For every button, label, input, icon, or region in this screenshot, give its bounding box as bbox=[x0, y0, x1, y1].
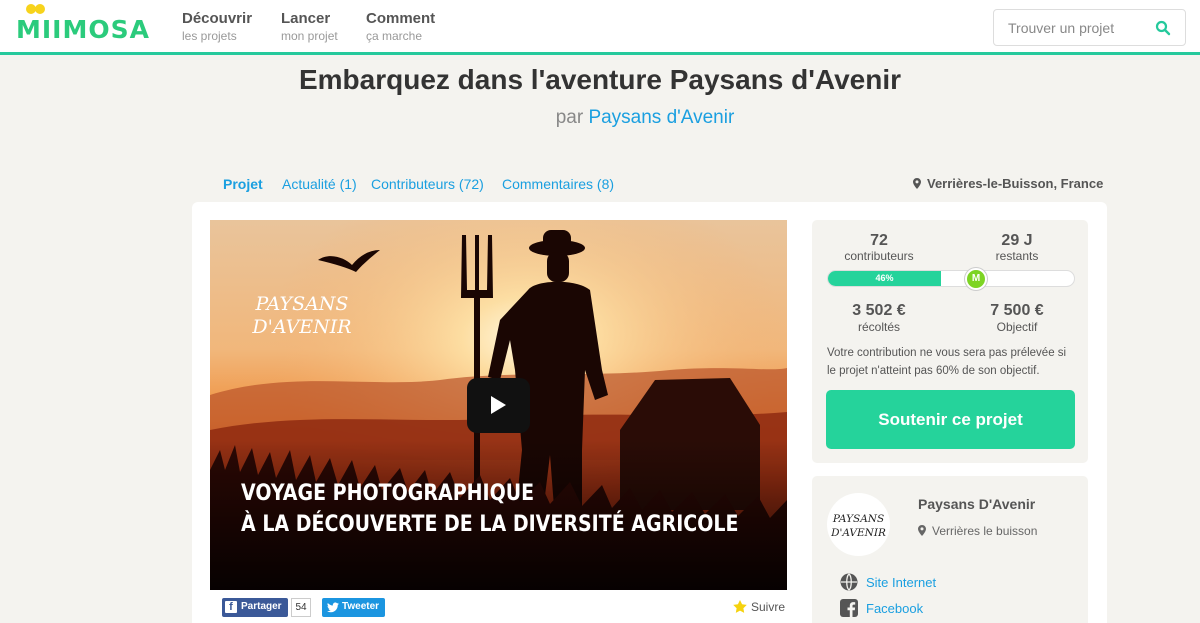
nav-discover-sublabel: les projets bbox=[182, 29, 237, 43]
video-logo-line2: D'AVENIR bbox=[251, 316, 351, 338]
support-project-button[interactable]: Soutenir ce projet bbox=[826, 390, 1075, 449]
website-link-label: Site Internet bbox=[866, 575, 937, 590]
nav-launch[interactable]: Lancer mon projet bbox=[281, 10, 338, 44]
tab-comments[interactable]: Commentaires (8) bbox=[502, 176, 614, 192]
tweet-button[interactable]: Tweeter bbox=[322, 598, 385, 617]
funding-goal-label: Objectif bbox=[996, 320, 1038, 334]
location-text: Verrières-le-Buisson, France bbox=[927, 176, 1104, 191]
contributors-label: contributeurs bbox=[844, 249, 914, 263]
paysans-davenir-logo: PAYSANS D'AVENIR bbox=[251, 293, 351, 338]
funding-disclaimer: Votre contribution ne vous sera pas prél… bbox=[827, 347, 1067, 377]
map-pin-icon bbox=[918, 525, 926, 536]
progress-percent: 46% bbox=[875, 273, 894, 283]
byline-prefix: par bbox=[555, 107, 584, 128]
amount-collected-label: récoltés bbox=[857, 320, 901, 334]
avatar-logo-line1: PAYSANS bbox=[832, 513, 884, 525]
facebook-share-button[interactable]: f Partager bbox=[222, 598, 288, 617]
tab-project[interactable]: Projet bbox=[223, 176, 263, 192]
funding-goal: 7 500 € bbox=[990, 302, 1044, 319]
website-link[interactable]: Site Internet bbox=[840, 573, 936, 591]
project-location: Verrières-le-Buisson, France bbox=[913, 176, 1103, 191]
star-icon bbox=[733, 600, 747, 613]
project-author-link[interactable]: Paysans d'Avenir bbox=[588, 107, 734, 128]
owner-location-text: Verrières le buisson bbox=[932, 524, 1038, 538]
facebook-icon bbox=[840, 599, 858, 617]
threshold-marker-icon: M bbox=[965, 268, 987, 290]
owner-name[interactable]: Paysans D'Avenir bbox=[918, 496, 1035, 512]
owner-logo-image: PAYSANS D'AVENIR bbox=[830, 513, 886, 539]
site-logo[interactable]: MIIMOSA bbox=[16, 4, 149, 48]
follow-label: Suivre bbox=[751, 600, 786, 614]
contributors-count: 72 bbox=[870, 232, 888, 249]
tweet-label: Tweeter bbox=[342, 601, 380, 612]
days-remaining: 29 J bbox=[1001, 232, 1033, 249]
nav-launch-label: Lancer bbox=[281, 10, 331, 27]
owner-location: Verrières le buisson bbox=[918, 524, 1037, 538]
twitter-bird-icon bbox=[327, 602, 339, 613]
funding-stats-panel: 72 contributeurs 29 J restants 46% M 3 5… bbox=[812, 220, 1088, 463]
search-box bbox=[993, 9, 1186, 46]
globe-icon bbox=[840, 573, 858, 591]
play-button[interactable] bbox=[467, 378, 530, 433]
project-owner-panel: PAYSANS D'AVENIR Paysans D'Avenir Verriè… bbox=[812, 476, 1088, 623]
video-caption-line2: À LA DÉCOUVERTE DE LA DIVERSITÉ AGRICOLE bbox=[241, 511, 739, 537]
nav-launch-sublabel: mon projet bbox=[281, 29, 338, 43]
facebook-share-label: Partager bbox=[241, 601, 282, 612]
avatar-logo-line2: D'AVENIR bbox=[830, 527, 886, 539]
funding-progress-bar: 46% M bbox=[827, 268, 1075, 290]
nav-discover-label: Découvrir bbox=[182, 10, 253, 27]
search-input[interactable] bbox=[1008, 20, 1148, 36]
facebook-link-label: Facebook bbox=[866, 601, 924, 616]
nav-discover[interactable]: Découvrir les projets bbox=[182, 10, 252, 44]
project-byline: par Paysans d'Avenir bbox=[0, 107, 1200, 129]
tab-contributors[interactable]: Contributeurs (72) bbox=[371, 176, 484, 192]
project-video[interactable]: PAYSANS D'AVENIR VOYAGE PHOTOGRAPHIQUE À… bbox=[210, 220, 787, 590]
video-caption-line1: VOYAGE PHOTOGRAPHIQUE bbox=[241, 480, 535, 506]
facebook-link[interactable]: Facebook bbox=[840, 599, 923, 617]
amount-collected: 3 502 € bbox=[852, 302, 906, 319]
map-pin-icon bbox=[913, 178, 921, 189]
days-remaining-label: restants bbox=[995, 249, 1039, 263]
nav-how-sublabel: ça marche bbox=[366, 29, 423, 43]
logo-text: MIIMOSA bbox=[16, 15, 150, 44]
facebook-icon: f bbox=[225, 601, 237, 613]
play-icon bbox=[491, 396, 506, 414]
nav-how-it-works[interactable]: Comment ça marche bbox=[366, 10, 435, 44]
project-title: Embarquez dans l'aventure Paysans d'Aven… bbox=[298, 64, 902, 95]
follow-button[interactable]: Suivre bbox=[733, 600, 785, 614]
facebook-share-count: 54 bbox=[291, 598, 311, 617]
tab-news[interactable]: Actualité (1) bbox=[282, 176, 357, 192]
owner-avatar[interactable]: PAYSANS D'AVENIR bbox=[827, 493, 890, 556]
search-icon[interactable] bbox=[1155, 20, 1171, 36]
site-header: MIIMOSA Découvrir les projets Lancer mon… bbox=[0, 0, 1200, 55]
video-logo-line1: PAYSANS bbox=[255, 293, 349, 315]
nav-how-label: Comment bbox=[366, 10, 436, 27]
